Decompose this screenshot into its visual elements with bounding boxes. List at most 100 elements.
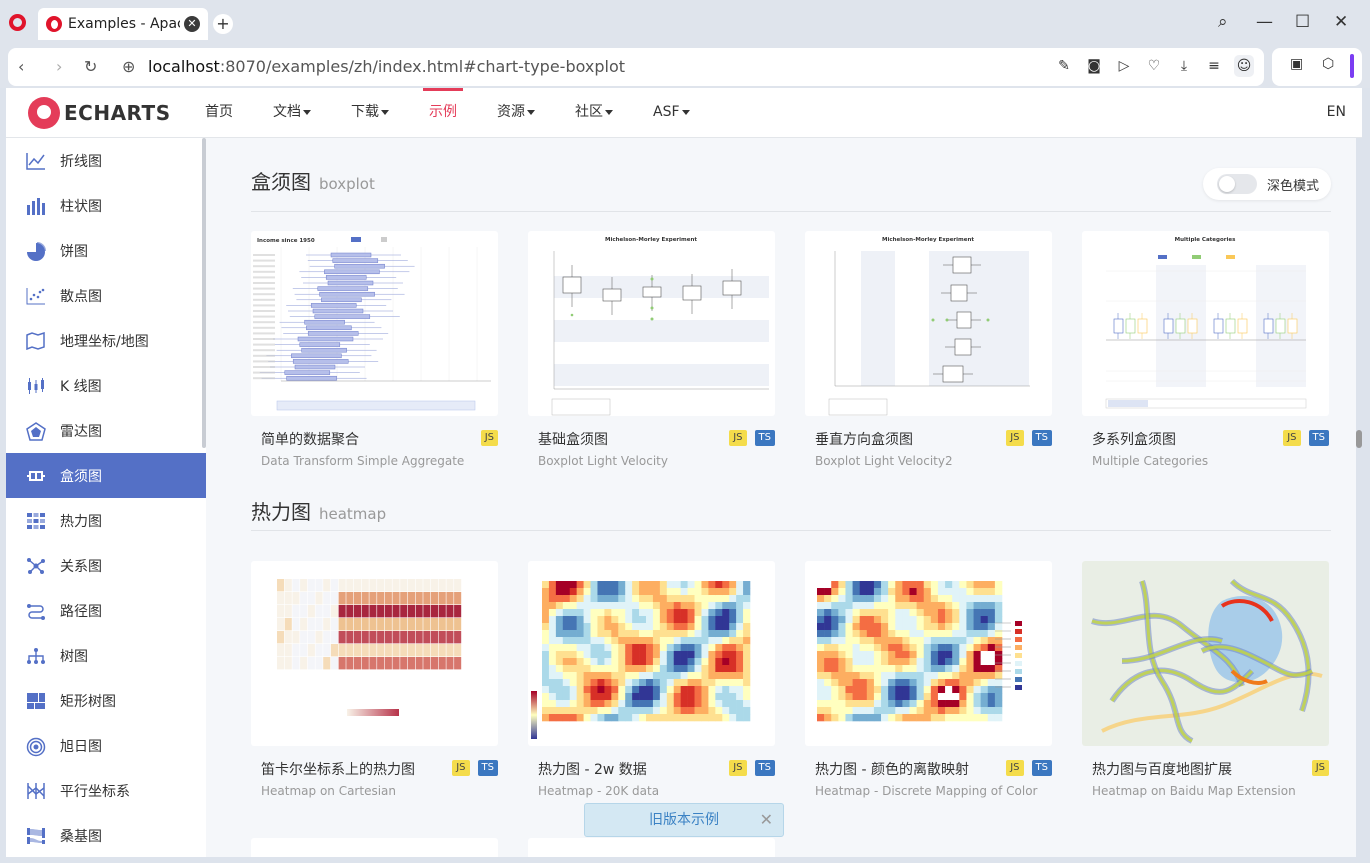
ts-badge[interactable]: TS (477, 760, 498, 776)
search-tabs-icon[interactable]: ⌕ (1218, 12, 1228, 32)
section-title-boxplot: 盒须图 boxplot (251, 170, 375, 194)
example-title: 热力图与百度地图扩展 (1092, 762, 1232, 778)
sidebar-item-pie-chart[interactable]: 饼图 (6, 228, 206, 273)
sidebar-item-line-chart[interactable]: 折线图 (6, 138, 206, 183)
example-card[interactable]: 热力图 - 颜色的离散映射 Heatmap - Discrete Mapping … (805, 561, 1052, 798)
chevron-down-icon (527, 109, 535, 115)
minimize-icon[interactable]: — (1256, 12, 1273, 32)
sidebar-item-graph[interactable]: 关系图 (6, 543, 206, 588)
ts-badge[interactable]: TS (1308, 430, 1329, 446)
camera-icon[interactable]: ◙ (1084, 55, 1104, 77)
nav-docs[interactable]: 文档 (273, 88, 311, 138)
edit-icon[interactable]: ✎ (1054, 55, 1074, 77)
ts-badge[interactable]: TS (754, 760, 775, 776)
example-thumbnail[interactable] (805, 561, 1052, 746)
back-icon[interactable]: ‹ (18, 57, 24, 76)
js-badge[interactable]: JS (729, 760, 747, 776)
example-thumbnail[interactable] (528, 561, 775, 746)
nav-home[interactable]: 首页 (205, 88, 233, 138)
forward-icon[interactable]: › (56, 57, 62, 76)
treemap-icon (26, 692, 46, 710)
js-badge[interactable]: JS (1283, 430, 1301, 446)
example-card[interactable]: Multiple Categories 多系列盒须图 Multiple Catego… (1082, 231, 1329, 468)
tab-title: Examples - Apache E (68, 16, 180, 32)
cube-icon[interactable]: ⬡ (1322, 56, 1334, 72)
js-badge[interactable]: JS (452, 760, 470, 776)
example-card[interactable]: 笛卡尔坐标系上的热力图 Heatmap on Cartesian JS TS (251, 561, 498, 798)
download-icon[interactable]: ⤓ (1174, 55, 1194, 77)
opera-menu-icon[interactable] (9, 14, 26, 31)
dark-mode-toggle[interactable]: 深色模式 (1203, 168, 1331, 200)
js-badge[interactable]: JS (1006, 430, 1024, 446)
ts-badge[interactable]: TS (754, 430, 775, 446)
sidebar-item-map[interactable]: 地理坐标/地图 (6, 318, 206, 363)
example-subtitle: Multiple Categories (1092, 454, 1209, 468)
ts-badge[interactable]: TS (1031, 760, 1052, 776)
sidebar-item-bar-chart[interactable]: 柱状图 (6, 183, 206, 228)
sidebar-item-treemap[interactable]: 矩形树图 (6, 678, 206, 723)
example-card[interactable]: Income since 1950 简单的数据聚合 Data Transform S… (251, 231, 498, 468)
sidebar-item-candlestick[interactable]: K 线图 (6, 363, 206, 408)
example-card-partial[interactable] (251, 838, 498, 857)
sidebar-item-sankey[interactable]: 桑基图 (6, 813, 206, 857)
site-info-icon[interactable]: ⊕ (122, 57, 135, 76)
maximize-icon[interactable]: ☐ (1295, 12, 1310, 32)
example-card-partial[interactable] (528, 838, 775, 857)
sidebar-item-sunburst[interactable]: 旭日图 (6, 723, 206, 768)
js-badge[interactable]: JS (729, 430, 747, 446)
language-tags: JS TS (452, 760, 498, 776)
example-thumbnail[interactable]: Michelson-Morley Experiment (805, 231, 1052, 416)
profile-icon[interactable]: ☺ (1234, 55, 1254, 77)
sidebar-item-scatter-chart[interactable]: 散点图 (6, 273, 206, 318)
extension-icon[interactable]: ▣ (1290, 56, 1303, 72)
sidebar-item-heatmap[interactable]: 热力图 (6, 498, 206, 543)
new-tab-button[interactable]: + (213, 14, 233, 34)
language-switch[interactable]: EN (1327, 104, 1346, 120)
js-badge[interactable]: JS (480, 430, 498, 446)
old-version-banner[interactable]: 旧版本示例 ✕ (584, 803, 784, 837)
old-version-link[interactable]: 旧版本示例 (649, 812, 719, 828)
sidebar-handle[interactable] (1350, 54, 1354, 78)
echarts-logo[interactable]: ECHARTS (28, 97, 171, 129)
example-thumbnail[interactable]: Income since 1950 (251, 231, 498, 416)
url-text[interactable]: localhost:8070/examples/zh/index.html#ch… (148, 57, 625, 76)
example-thumbnail[interactable] (1082, 561, 1329, 746)
nav-examples[interactable]: 示例 (423, 88, 463, 138)
browser-tab[interactable]: Examples - Apache E ✕ (38, 8, 208, 40)
sidebar-item-label: 盒须图 (60, 468, 102, 485)
example-card[interactable]: 热力图 - 2w 数据 Heatmap - 20K data JS TS (528, 561, 775, 798)
settings-sliders-icon[interactable]: ≡ (1204, 55, 1224, 77)
sidebar-item-lines[interactable]: 路径图 (6, 588, 206, 633)
reload-icon[interactable]: ↻ (84, 57, 97, 76)
example-card[interactable]: 热力图与百度地图扩展 Heatmap on Baidu Map Extension… (1082, 561, 1329, 798)
example-thumbnail[interactable]: Multiple Categories (1082, 231, 1329, 416)
graph-icon (26, 557, 46, 575)
example-card[interactable]: Michelson-Morley Experiment 基础盒须图 Boxplot … (528, 231, 775, 468)
sidebar-item-radar[interactable]: 雷达图 (6, 408, 206, 453)
nav-download[interactable]: 下载 (351, 88, 389, 138)
tree-icon (26, 647, 46, 665)
sidebar-item-parallel[interactable]: 平行坐标系 (6, 768, 206, 813)
candlestick-icon (26, 377, 46, 395)
sidebar-item-tree[interactable]: 树图 (6, 633, 206, 678)
js-badge[interactable]: JS (1006, 760, 1024, 776)
js-badge[interactable]: JS (1311, 760, 1329, 776)
example-subtitle: Boxplot Light Velocity2 (815, 454, 953, 468)
nav-community[interactable]: 社区 (575, 88, 613, 138)
main-scrollbar[interactable] (1356, 430, 1362, 448)
tab-close-icon[interactable]: ✕ (184, 16, 200, 32)
toggle-switch[interactable] (1217, 174, 1257, 194)
example-thumbnail[interactable] (251, 561, 498, 746)
close-window-icon[interactable]: ✕ (1334, 12, 1348, 32)
nav-asf[interactable]: ASF (653, 88, 690, 138)
close-icon[interactable]: ✕ (760, 804, 773, 836)
example-card[interactable]: Michelson-Morley Experiment 垂直方向盒须图 Boxplo… (805, 231, 1052, 468)
nav-resources[interactable]: 资源 (497, 88, 535, 138)
sidebar-item-boxplot[interactable]: 盒须图 (6, 453, 206, 498)
heart-icon[interactable]: ♡ (1144, 55, 1164, 77)
chart-type-sidebar: 折线图 柱状图 饼图 散点图 地理坐标/地图 K 线图 雷达图盒须图热力图 关系图 路径图 树图矩… (6, 138, 206, 857)
address-bar[interactable]: ‹ › ↻ ⊕ localhost:8070/examples/zh/index… (8, 48, 1264, 86)
send-icon[interactable]: ▷ (1114, 55, 1134, 77)
example-thumbnail[interactable]: Michelson-Morley Experiment (528, 231, 775, 416)
ts-badge[interactable]: TS (1031, 430, 1052, 446)
